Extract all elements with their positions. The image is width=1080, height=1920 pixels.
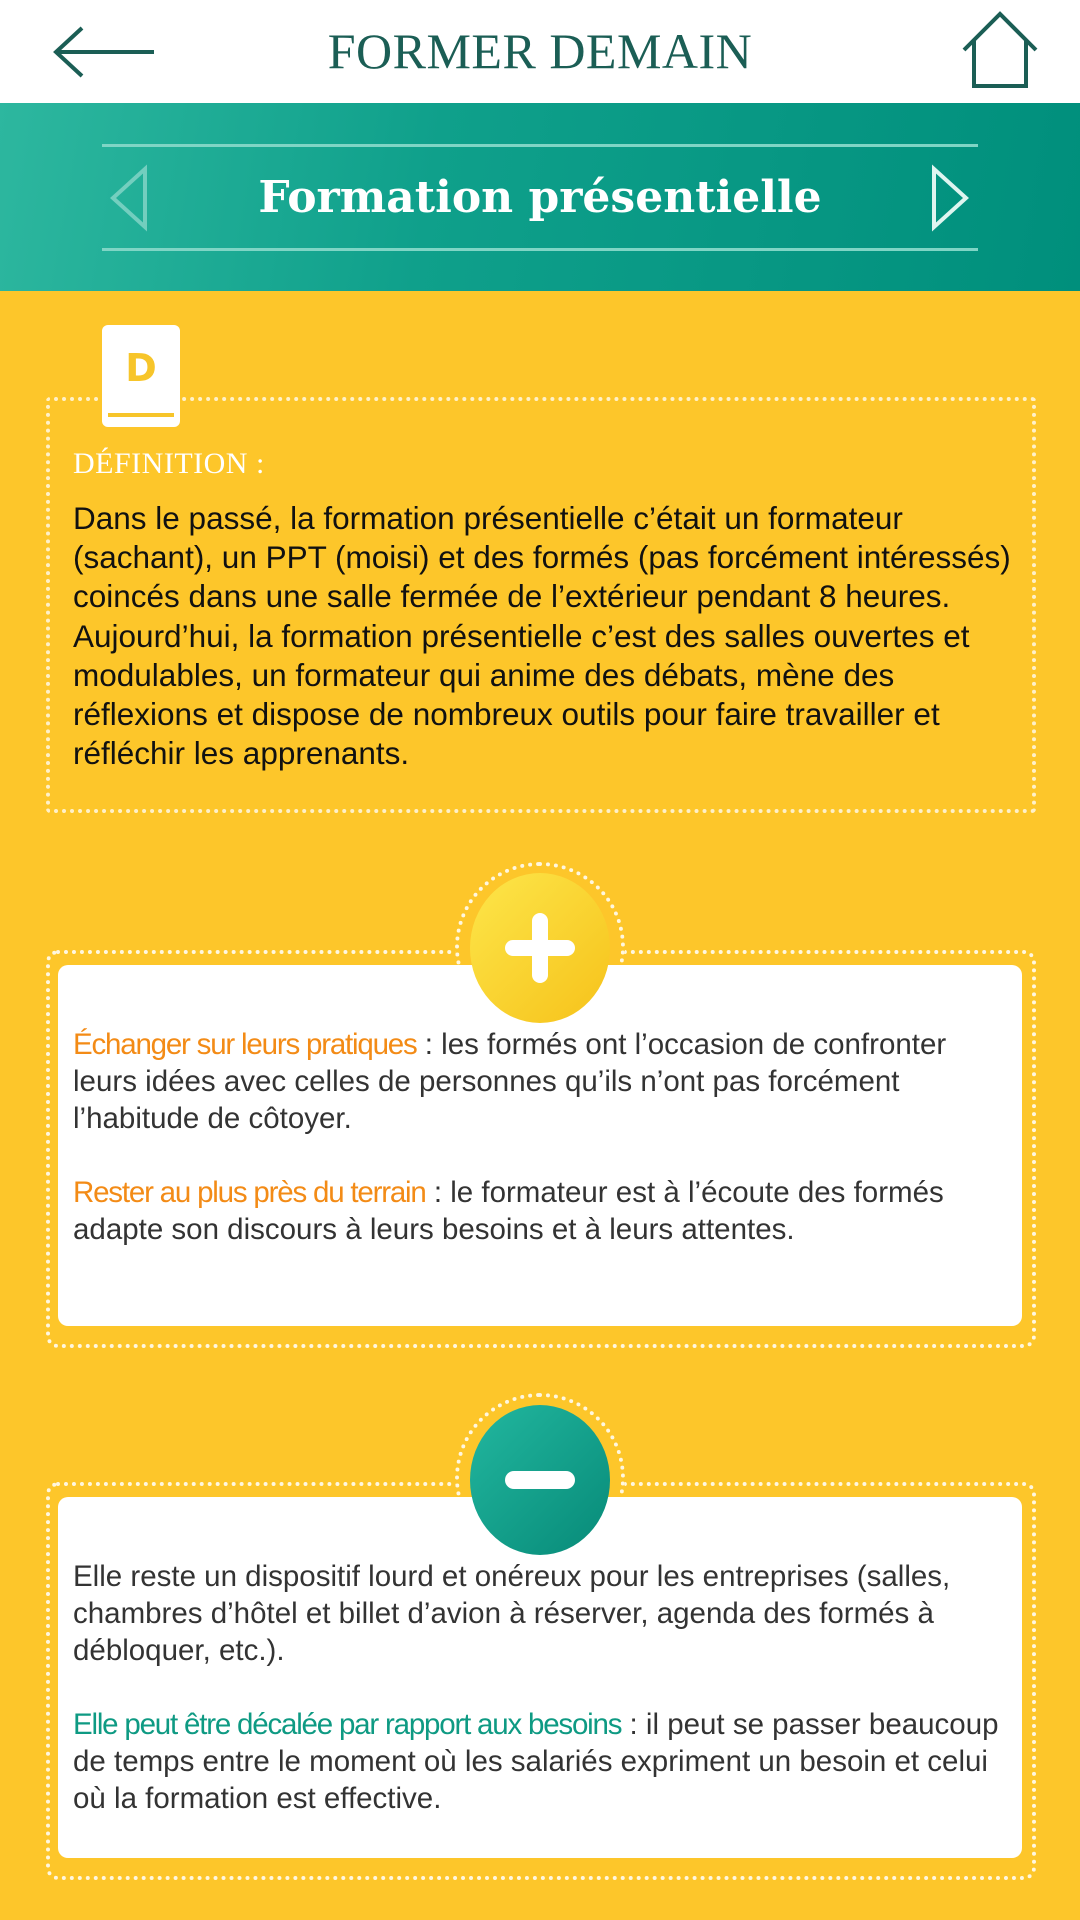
pros-item-2-highlight: Rester au plus près du terrain xyxy=(73,1176,427,1209)
chevron-left-icon xyxy=(110,164,147,232)
chevron-right-icon xyxy=(932,164,969,232)
cons-badge xyxy=(470,1405,610,1555)
previous-section-button[interactable] xyxy=(105,163,155,233)
cons-item-2: Elle peut être décalée par rapport aux b… xyxy=(73,1706,1008,1817)
home-button[interactable] xyxy=(960,10,1040,90)
arrow-left-icon xyxy=(53,26,154,78)
definition-label: DÉFINITION : xyxy=(73,447,265,480)
dictionary-book-icon: D xyxy=(100,323,182,429)
section-banner: Formation présentielle xyxy=(0,103,1080,291)
app-title: FORMER DEMAIN xyxy=(327,23,753,79)
home-icon xyxy=(962,11,1038,88)
back-button[interactable] xyxy=(50,22,160,82)
top-bar: FORMER DEMAIN xyxy=(0,0,1080,103)
banner-divider-top xyxy=(102,144,978,147)
cons-item-1: Elle reste un dispositif lourd et onéreu… xyxy=(73,1558,1008,1669)
pros-badge xyxy=(470,873,610,1023)
section-title: Formation présentielle xyxy=(258,172,822,223)
minus-icon xyxy=(505,1471,575,1489)
cons-item-1-text: Elle reste un dispositif lourd et onéreu… xyxy=(73,1560,951,1667)
next-section-button[interactable] xyxy=(924,163,974,233)
pros-item-1-highlight: Échanger sur leurs pratiques xyxy=(73,1028,418,1061)
pros-item-2: Rester au plus près du terrain : le form… xyxy=(73,1174,1008,1248)
banner-divider-bottom xyxy=(102,248,978,251)
dictionary-letter: D xyxy=(125,346,157,390)
definition-text: Dans le passé, la formation présentielle… xyxy=(73,500,1011,772)
cons-item-2-highlight: Elle peut être décalée par rapport aux b… xyxy=(73,1708,623,1741)
pros-item-1: Échanger sur leurs pratiques : les formé… xyxy=(73,1026,1008,1137)
plus-icon xyxy=(505,913,575,983)
